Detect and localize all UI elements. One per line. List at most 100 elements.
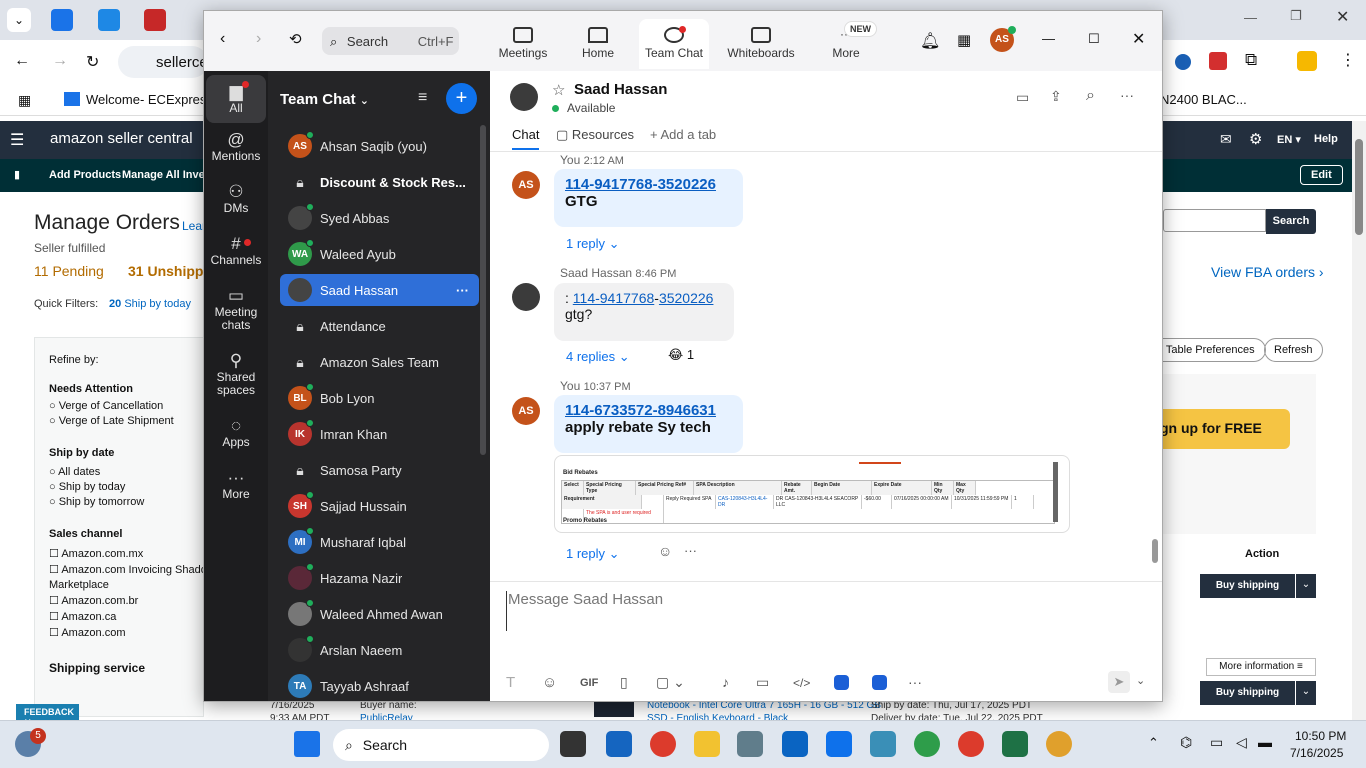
- chat-list-item[interactable]: TA Tayyab Ashraaf: [280, 670, 479, 702]
- tab-list-icon[interactable]: ⌄: [7, 8, 31, 32]
- message-more-icon[interactable]: ···: [684, 543, 697, 558]
- checkbox-channel[interactable]: ☐ Amazon.ca: [49, 610, 203, 623]
- more-options-icon[interactable]: ···: [1120, 87, 1134, 103]
- apps-grid-icon[interactable]: ▦: [18, 92, 31, 109]
- rail-channels[interactable]: # Channels: [206, 235, 266, 267]
- maximize-icon[interactable]: ☐: [1088, 31, 1100, 47]
- subnav-add-products[interactable]: Add Products: [49, 169, 121, 181]
- rail-all[interactable]: ▆ All: [206, 75, 266, 123]
- order-search-input[interactable]: [1163, 209, 1266, 232]
- chat-list-item[interactable]: 🔒︎ Discount & Stock Res...: [280, 166, 479, 198]
- extension-icon-2[interactable]: [1209, 52, 1227, 70]
- scrollbar-thumb[interactable]: [1355, 139, 1363, 235]
- bookmark-icon[interactable]: ▮: [14, 168, 20, 181]
- view-fba-link[interactable]: View FBA orders ›: [1211, 264, 1324, 280]
- refresh-button[interactable]: Refresh: [1264, 338, 1323, 362]
- radio-verge-cancel[interactable]: ○ Verge of Cancellation: [49, 400, 203, 412]
- message-bubble[interactable]: : 114-9417768-3520226 gtg?: [554, 283, 734, 341]
- excel-icon[interactable]: [1002, 731, 1028, 757]
- edit-button[interactable]: Edit: [1300, 165, 1343, 185]
- buy-shipping-button[interactable]: Buy shipping: [1200, 574, 1295, 598]
- replies-link[interactable]: 1 reply ⌄: [566, 236, 620, 252]
- order-link[interactable]: 114-9417768-3520226: [565, 176, 732, 193]
- reaction-chip[interactable]: 😂 1: [668, 347, 694, 363]
- nav-meetings[interactable]: Meetings: [491, 19, 555, 69]
- store-icon[interactable]: [606, 731, 632, 757]
- amazon-logo[interactable]: amazon seller central: [50, 130, 193, 147]
- radio-ship-today[interactable]: ○ Ship by today: [49, 481, 203, 493]
- close-icon[interactable]: ✕: [1132, 29, 1145, 49]
- buy-shipping-dropdown[interactable]: ⌄: [1295, 574, 1316, 598]
- nav-whiteboards[interactable]: Whiteboards: [724, 19, 798, 69]
- chat-scrollbar[interactable]: [1152, 539, 1158, 563]
- search-chat-icon[interactable]: ⌕: [1086, 87, 1095, 105]
- checkbox-channel[interactable]: ☐ Amazon.com: [49, 626, 203, 639]
- order-link[interactable]: 3520226: [659, 290, 714, 306]
- extension-icon-1[interactable]: [1175, 54, 1191, 70]
- video-call-icon[interactable]: ▭: [1016, 89, 1029, 106]
- minimize-browser-icon[interactable]: —: [1244, 10, 1257, 25]
- message-bubble[interactable]: 114-6733572-8946631 apply rebate Sy tech: [554, 395, 743, 453]
- buy-shipping-button[interactable]: Buy shipping: [1200, 681, 1295, 705]
- hamburger-icon[interactable]: ☰: [10, 130, 24, 150]
- battery-icon[interactable]: ▬: [1258, 734, 1272, 750]
- tab-pending[interactable]: 11 Pending: [34, 263, 104, 279]
- bookmark-item[interactable]: N2400 BLAC...: [1160, 92, 1247, 107]
- add-tab[interactable]: + Add a tab: [650, 127, 716, 142]
- more-options-icon[interactable]: ···: [456, 283, 469, 298]
- code-icon[interactable]: </>: [793, 676, 810, 690]
- file-icon[interactable]: ▯: [620, 674, 628, 691]
- contact-name[interactable]: Saad Hassan: [574, 81, 667, 98]
- rail-apps[interactable]: ◌ Apps: [206, 417, 266, 449]
- send-options-icon[interactable]: ⌄: [1136, 674, 1145, 687]
- chat-list-item[interactable]: WA Waleed Ayub: [280, 238, 479, 270]
- chat-list-item[interactable]: Saad Hassan ···: [280, 274, 479, 306]
- start-icon[interactable]: [294, 731, 320, 757]
- attachment-image[interactable]: Bid Rebates Select Special Pricing Type Sp…: [554, 455, 1070, 533]
- gear-icon[interactable]: ⚙: [1249, 130, 1262, 148]
- checkbox-channel[interactable]: ☐ Amazon.com.br: [49, 594, 203, 607]
- message-input[interactable]: Message Saad Hassan: [506, 591, 1146, 631]
- volume-icon[interactable]: ◁: [1236, 734, 1247, 751]
- chat-list-item[interactable]: Arslan Naeem: [280, 634, 479, 666]
- extensions-icon[interactable]: ⧉: [1245, 50, 1257, 70]
- reload-icon[interactable]: ↻: [86, 52, 99, 72]
- replies-link[interactable]: 1 reply ⌄: [566, 546, 620, 562]
- chat-list-item[interactable]: Waleed Ahmed Awan: [280, 598, 479, 630]
- tab-resources[interactable]: ▢ Resources: [556, 127, 634, 143]
- radio-ship-tomorrow[interactable]: ○ Ship by tomorrow: [49, 496, 203, 508]
- tab-icon-3[interactable]: [144, 9, 166, 31]
- forward-icon[interactable]: ›: [256, 30, 261, 48]
- tray-chevron-icon[interactable]: ⌃: [1148, 735, 1159, 751]
- chrome-profile-icon[interactable]: [914, 731, 940, 757]
- minimize-icon[interactable]: —: [1042, 31, 1055, 46]
- order-link[interactable]: 114-9417768: [573, 290, 654, 306]
- clock-time[interactable]: 10:50 PM: [1295, 729, 1346, 743]
- chrome-icon[interactable]: [650, 731, 676, 757]
- zoom-icon[interactable]: [826, 731, 852, 757]
- replies-link[interactable]: 4 replies ⌄: [566, 349, 630, 365]
- rail-meeting-chats[interactable]: ▭ Meeting chats: [206, 287, 266, 332]
- signup-button[interactable]: gn up for FREE: [1160, 409, 1290, 449]
- nav-home[interactable]: Home: [566, 19, 630, 69]
- radio-all-dates[interactable]: ○ All dates: [49, 466, 203, 478]
- explorer-icon[interactable]: [694, 731, 720, 757]
- rail-more[interactable]: ··· More: [206, 469, 266, 501]
- video-message-icon[interactable]: ▭: [756, 674, 769, 691]
- tab-unshipped[interactable]: 31 Unshipp: [128, 263, 203, 279]
- chrome-profile-icon[interactable]: [958, 731, 984, 757]
- buy-shipping-dropdown[interactable]: ⌄: [1295, 681, 1316, 705]
- more-information-button[interactable]: More information ≡: [1206, 658, 1316, 676]
- checkbox-channel[interactable]: ☐ Amazon.com Invoicing Shado: [49, 563, 207, 576]
- app-icon[interactable]: [870, 731, 896, 757]
- mic-icon[interactable]: ♪: [722, 674, 729, 690]
- quick-filter-ship-today[interactable]: 20 Ship by today: [109, 298, 191, 310]
- add-reaction-icon[interactable]: ☺: [658, 543, 672, 559]
- search-input[interactable]: ⌕ Search Ctrl+F: [322, 27, 459, 55]
- feedback-tab[interactable]: FEEDBACK ✕: [16, 704, 79, 727]
- chat-list-item[interactable]: MI Musharaf Iqbal: [280, 526, 479, 558]
- emoji-icon[interactable]: ☺: [542, 674, 557, 691]
- rail-shared-spaces[interactable]: ⚲ Shared spaces: [206, 352, 266, 397]
- bell-icon[interactable]: 🔔︎: [920, 31, 940, 51]
- profile-icon[interactable]: [1297, 51, 1317, 71]
